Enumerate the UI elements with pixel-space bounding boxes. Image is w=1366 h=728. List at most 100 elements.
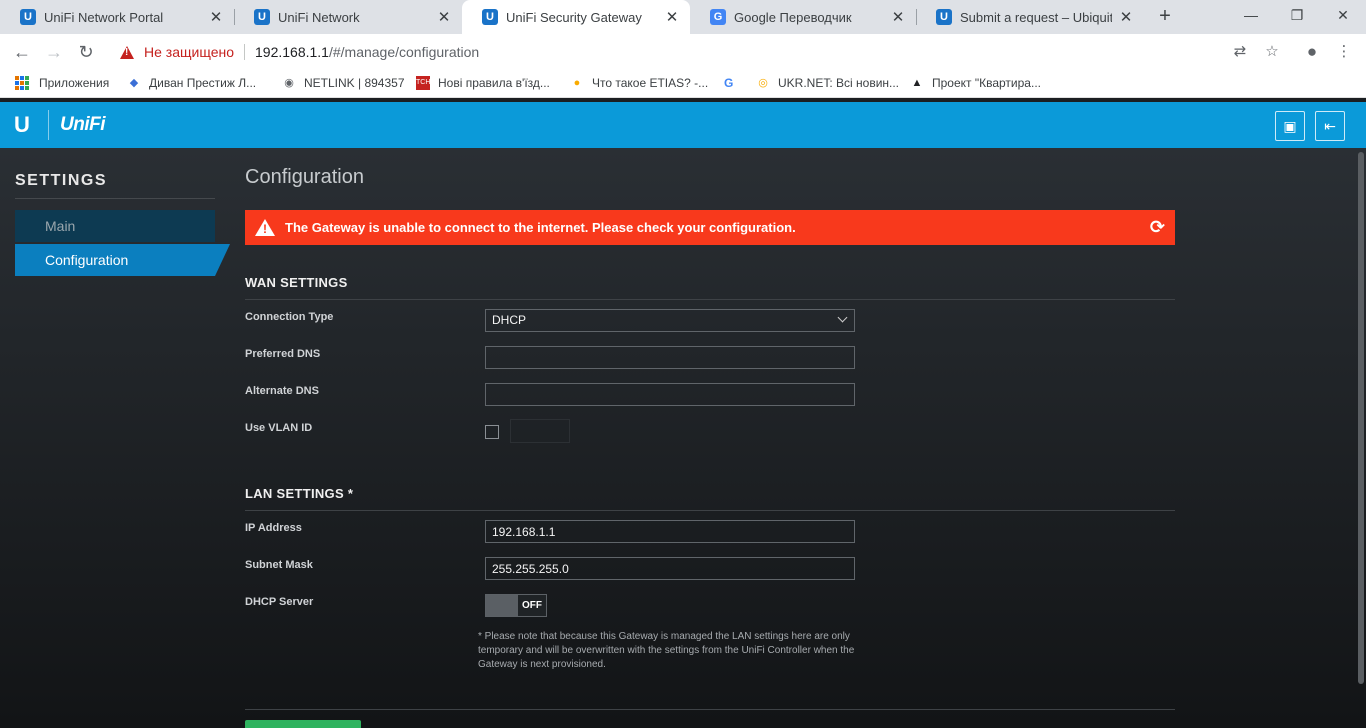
google-translate-favicon-icon: G [710,9,726,25]
close-tab-icon[interactable]: ✕ [208,8,224,26]
connection-type-select[interactable]: DHCP [485,309,855,332]
tab-unifi-security-gateway[interactable]: U UniFi Security Gateway ✕ [462,0,690,34]
bookmark-star-icon[interactable]: ☆ [1262,42,1282,62]
close-window-icon[interactable]: ✕ [1320,0,1366,30]
translate-page-icon[interactable]: ⇄ [1230,42,1250,62]
back-arrow-icon[interactable]: ← [10,40,34,64]
bookmark-label: UKR.NET: Всі новин... [778,76,900,90]
tab-title: UniFi Network Portal [44,9,164,25]
chevron-down-icon [837,312,848,323]
bookmark-label: Диван Престиж Л... [149,76,257,90]
bookmark-apps[interactable]: Приложения [15,76,109,90]
toggle-state-label: OFF [518,595,546,616]
bookmark-divan[interactable]: ◆ Диван Престиж Л... [127,76,256,90]
tab-submit-request[interactable]: U Submit a request – Ubiquiti Ne ✕ [916,0,1144,34]
tab-title: Google Переводчик [734,9,852,25]
wan-section-title: WAN SETTINGS [245,275,348,290]
wan-section-divider [245,299,1175,300]
sidebar-item-configuration[interactable]: Configuration [15,244,215,276]
map-pin-favicon-icon: ● [573,77,581,89]
globe-favicon-icon: ◉ [284,77,294,89]
url-host: 192.168.1.1 [255,44,329,60]
connection-alert-banner: The Gateway is unable to connect to the … [245,210,1175,245]
profile-avatar-icon[interactable]: ● [1302,42,1322,62]
ukrnet-favicon-icon: ◎ [758,77,768,89]
bookmark-google[interactable]: G [724,76,733,90]
alternate-dns-input[interactable] [485,383,855,406]
bookmark-project[interactable]: ▲ Проект "Квартира... [910,76,1041,90]
dhcp-server-label: DHCP Server [245,596,314,608]
address-bar[interactable]: Не защищено 192.168.1.1 /#/manage/config… [110,38,1290,66]
logout-icon[interactable]: ⇤ [1315,111,1345,141]
preferred-dns-input[interactable] [485,346,855,369]
address-divider [244,44,245,60]
lan-settings-note: * Please note that because this Gateway … [478,631,855,670]
connection-type-label: Connection Type [245,311,334,323]
sidebar-title: SETTINGS [15,172,108,189]
dhcp-server-toggle[interactable]: OFF [485,594,547,617]
tab-google-translate[interactable]: G Google Переводчик ✕ [690,0,916,34]
use-vlan-id-checkbox[interactable] [485,425,499,439]
browser-toolbar: ← → ↻ Не защищено 192.168.1.1 /#/manage/… [0,34,1366,70]
bookmark-label: NETLINK | 894357 [304,76,405,90]
tab-title: Submit a request – Ubiquiti Ne [960,9,1112,25]
project-favicon-icon: ▲ [911,77,923,89]
tab-unifi-network-portal[interactable]: U UniFi Network Portal ✕ [0,0,234,34]
subnet-mask-label: Subnet Mask [245,559,313,571]
bookmarks-bar: Приложения ◆ Диван Престиж Л... ◉ NETLIN… [0,70,1366,98]
alternate-dns-label: Alternate DNS [245,385,319,397]
bookmark-netlink[interactable]: ◉ NETLINK | 894357 [282,76,405,90]
close-tab-icon[interactable]: ✕ [436,8,452,26]
sidebar-divider [15,198,215,199]
close-tab-icon[interactable]: ✕ [890,8,906,26]
connection-type-value: DHCP [492,313,527,327]
bookmark-etias[interactable]: ● Что такое ETIAS? -... [570,76,708,90]
bookmark-label: Нові правила в'їзд... [438,76,550,90]
lan-section-title: LAN SETTINGS * [245,486,354,501]
close-tab-icon[interactable]: ✕ [1118,8,1134,26]
page-scrollbar[interactable] [1358,152,1364,684]
reload-icon[interactable]: ↻ [74,40,98,64]
unifi-favicon-icon: U [482,9,498,25]
not-secure-warning-icon[interactable] [120,45,134,59]
header-divider [48,110,49,140]
new-tab-plus-icon[interactable]: + [1154,5,1176,27]
diamond-favicon-icon: ◆ [129,77,139,89]
use-vlan-id-label: Use VLAN ID [245,422,313,434]
page-title: Configuration [245,166,364,188]
preferred-dns-label: Preferred DNS [245,348,321,360]
bookmark-ukrnet[interactable]: ◎ UKR.NET: Всі новин... [756,76,899,90]
forward-arrow-icon[interactable]: → [42,40,66,64]
vlan-id-input[interactable] [510,419,570,443]
close-tab-icon[interactable]: ✕ [664,8,680,26]
bookmark-label: Приложения [39,76,110,90]
apps-grid-icon [15,76,29,90]
lan-section-divider [245,510,1175,511]
device-view-icon[interactable]: ▣ [1275,111,1305,141]
warning-triangle-icon [255,219,275,236]
bookmark-tsn[interactable]: TCH Нові правила в'їзд... [416,76,550,90]
google-favicon-icon: G [724,76,734,90]
browser-tab-bar: U UniFi Network Portal ✕ U UniFi Network… [0,0,1366,34]
minimize-window-icon[interactable]: — [1228,0,1274,30]
tab-unifi-network[interactable]: U UniFi Network ✕ [234,0,462,34]
browser-menu-icon[interactable]: ⋮ [1334,42,1354,62]
settings-page: SETTINGS Main Configuration Configuratio… [0,148,1366,728]
unifi-favicon-icon: U [254,9,270,25]
sidebar-item-main[interactable]: Main [15,210,215,242]
refresh-icon[interactable]: ⟳ [1150,218,1165,236]
bookmark-label: Что такое ETIAS? -... [592,76,709,90]
ip-address-label: IP Address [245,522,302,534]
security-status-label[interactable]: Не защищено [144,44,234,60]
alert-message: The Gateway is unable to connect to the … [285,220,796,235]
active-item-pointer [215,244,230,276]
apply-button[interactable] [245,720,361,728]
ip-address-input[interactable] [485,520,855,543]
unifi-favicon-icon: U [20,9,36,25]
toggle-knob [486,595,518,616]
restore-window-icon[interactable]: ❐ [1274,0,1320,30]
unifi-brand: UniFi [60,114,106,135]
bookmark-label: Проект "Квартира... [932,76,1041,90]
subnet-mask-input[interactable] [485,557,855,580]
tab-title: UniFi Security Gateway [506,9,642,25]
